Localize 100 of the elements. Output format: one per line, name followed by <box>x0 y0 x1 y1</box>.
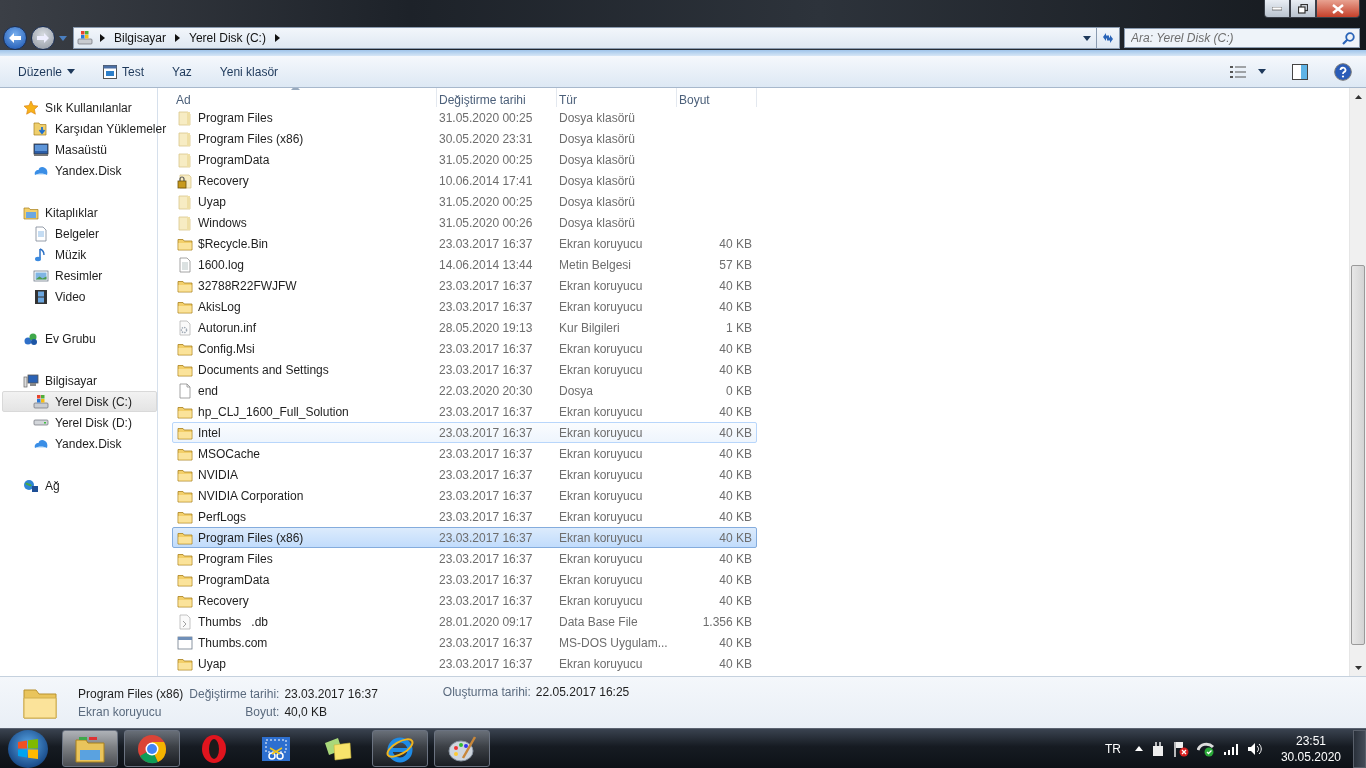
date-cell-text: 23.03.2017 16:37 <box>438 488 534 503</box>
sidebar-item[interactable]: Karşıdan Yüklemeler <box>2 118 168 139</box>
sidebar-item[interactable]: Yandex.Disk <box>2 433 157 454</box>
file-name: Program Files (x86) <box>198 530 304 545</box>
sidebar-item[interactable]: Bilgisayar <box>2 370 157 391</box>
file-row[interactable]: hp_CLJ_1600_Full_Solution 23.03.2017 16:37 Ekran koruyucu 40 KB <box>172 401 757 422</box>
date-cell-text: 23.03.2017 16:37 <box>438 362 534 377</box>
file-row[interactable]: Documents and Settings 23.03.2017 16:37 Ekran koruyucu 40 KB <box>172 359 757 380</box>
folder-icon <box>177 151 193 168</box>
column-header[interactable]: Değiştirme tarihi <box>437 88 557 107</box>
file-row[interactable]: ProgramData 31.05.2020 00:25 Dosya klasörü <box>172 149 757 170</box>
file-row[interactable]: 32788R22FWJFW 23.03.2017 16:37 Ekran koruyucu 40 KB <box>172 275 757 296</box>
language-indicator[interactable]: TR <box>1104 741 1121 756</box>
date-cell-text: 28.05.2020 19:13 <box>438 320 534 335</box>
up-arrow-icon[interactable] <box>1354 94 1362 99</box>
size-cell-text: 40 KB <box>718 362 753 377</box>
minimize-button[interactable] <box>1264 0 1290 18</box>
close-button[interactable] <box>1316 0 1360 18</box>
file-name: 32788R22FWJFW <box>198 278 297 293</box>
column-header[interactable]: Boyut <box>677 88 757 107</box>
sidebar-item[interactable]: Yandex.Disk <box>2 160 157 181</box>
file-row[interactable]: $Recycle.Bin 23.03.2017 16:37 Ekran koruyucu 40 KB <box>172 233 757 254</box>
sidebar-item[interactable]: Yerel Disk (D:) <box>2 412 157 433</box>
toolbar-button[interactable]: Yaz <box>164 59 200 84</box>
power-plug-icon[interactable] <box>1150 740 1165 757</box>
file-row[interactable]: Program Files (x86) 30.05.2020 23:31 Dosya klasörü <box>172 128 757 149</box>
file-row[interactable]: end 22.03.2020 20:30 Dosya 0 KB <box>172 380 757 401</box>
sidebar-item[interactable]: Masaüstü <box>2 139 157 160</box>
chevron-icon[interactable] <box>100 34 105 42</box>
file-row[interactable]: Uyap 23.03.2017 16:37 Ekran koruyucu 40 KB <box>172 653 757 674</box>
caret-icon[interactable] <box>1134 746 1143 751</box>
file-row[interactable]: NVIDIA Corporation 23.03.2017 16:37 Ekran koruyucu 40 KB <box>172 485 757 506</box>
file-row[interactable]: Thumbs.com 23.03.2017 16:37 MS-DOS Uygulam... 40 KB <box>172 632 757 653</box>
start-button[interactable] <box>8 729 48 768</box>
sidebar-item[interactable]: Belgeler <box>2 223 157 244</box>
search-icon[interactable] <box>1342 32 1355 45</box>
file-row[interactable]: AkisLog 23.03.2017 16:37 Ekran koruyucu 40 KB <box>172 296 757 317</box>
refresh-button[interactable] <box>1096 27 1120 49</box>
taskbar-button[interactable] <box>372 730 428 767</box>
sidebar-item[interactable]: Ev Grubu <box>2 328 157 349</box>
taskbar-button[interactable] <box>434 730 490 767</box>
file-row[interactable]: Recovery 10.06.2014 17:41 Dosya klasörü <box>172 170 757 191</box>
file-row[interactable]: Recovery 23.03.2017 16:37 Ekran koruyucu 40 KB <box>172 590 757 611</box>
file-row[interactable]: ProgramData 23.03.2017 16:37 Ekran koruyucu 40 KB <box>172 569 757 590</box>
sidebar-item[interactable]: Ağ <box>2 475 157 496</box>
file-row[interactable]: Windows 31.05.2020 00:26 Dosya klasörü <box>172 212 757 233</box>
sync-icon[interactable] <box>1196 740 1215 757</box>
breadcrumb[interactable]: Bilgisayar <box>112 31 169 45</box>
desktop-icon <box>33 141 49 158</box>
folder-icon <box>177 130 193 147</box>
column-header[interactable]: Tür <box>557 88 677 107</box>
search-field[interactable]: Ara: Yerel Disk (C:) <box>1124 28 1360 48</box>
toolbar-button[interactable]: Test <box>95 59 153 84</box>
sidebar-item[interactable]: Sık Kullanılanlar <box>2 97 157 118</box>
type-cell-text: Dosya klasörü <box>558 131 637 146</box>
restore-button[interactable] <box>1290 0 1316 18</box>
restore-icon <box>1298 3 1308 14</box>
size-cell-text: 40 KB <box>718 236 753 251</box>
left-arrow-icon <box>8 32 22 44</box>
sidebar-item[interactable]: Müzik <box>2 244 157 265</box>
sidebar-item[interactable]: Yerel Disk (C:) <box>2 391 157 412</box>
file-row[interactable]: Program Files 31.05.2020 00:25 Dosya klasörü <box>172 107 757 128</box>
taskbar-button[interactable] <box>124 730 180 767</box>
size-cell-text: 40 KB <box>718 467 753 482</box>
file-row[interactable]: Thumbs .db 28.01.2020 09:17 Data Base File 1.356 KB <box>172 611 757 632</box>
scrollbar[interactable] <box>1349 88 1366 676</box>
date-cell-text: 23.03.2017 16:37 <box>438 509 534 524</box>
signal-icon[interactable] <box>1222 741 1239 756</box>
file-row[interactable]: PerfLogs 23.03.2017 16:37 Ekran koruyucu 40 KB <box>172 506 757 527</box>
file-row[interactable]: Uyap 31.05.2020 00:25 Dosya klasörü <box>172 191 757 212</box>
date-cell-text: 23.03.2017 16:37 <box>438 425 534 440</box>
field-label: Boyut: <box>244 704 280 719</box>
file-name: Uyap <box>198 194 226 209</box>
sidebar-item[interactable]: Resimler <box>2 265 157 286</box>
file-row[interactable]: Intel 23.03.2017 16:37 Ekran koruyucu 40 KB <box>172 422 757 443</box>
chevron-icon[interactable] <box>175 34 181 42</box>
forward-button[interactable] <box>31 26 55 50</box>
library-icon <box>23 204 39 221</box>
file-row[interactable]: Config.Msi 23.03.2017 16:37 Ekran koruyucu 40 KB <box>172 338 757 359</box>
sidebar-item[interactable]: Kitaplıklar <box>2 202 157 223</box>
file-row[interactable]: Autorun.inf 28.05.2020 19:13 Kur Bilgileri 1 KB <box>172 317 757 338</box>
breadcrumb[interactable]: Yerel Disk (C:) <box>187 31 268 45</box>
file-row[interactable]: Program Files (x86) 23.03.2017 16:37 Ekran koruyucu 40 KB <box>172 527 757 548</box>
chevron-icon[interactable] <box>274 34 280 42</box>
clock[interactable]: 23:51 30.05.2020 <box>1280 732 1341 765</box>
toolbar-button[interactable]: Düzenle <box>10 59 84 84</box>
back-button[interactable] <box>3 26 27 50</box>
speaker-icon[interactable] <box>1246 741 1263 756</box>
file-row[interactable]: 1600.log 14.06.2014 13:44 Metin Belgesi 57 KB <box>172 254 757 275</box>
size-cell-text: 40 KB <box>718 530 753 545</box>
address-bar[interactable]: Bilgisayar Yerel Disk (C:) <box>73 27 1097 49</box>
file-row[interactable]: MSOCache 23.03.2017 16:37 Ekran koruyucu 40 KB <box>172 443 757 464</box>
flag-icon[interactable] <box>1172 740 1189 757</box>
file-row[interactable]: Program Files 23.03.2017 16:37 Ekran koruyucu 40 KB <box>172 548 757 569</box>
date-cell-text: 31.05.2020 00:25 <box>438 110 534 125</box>
type-cell-text: Ekran koruyucu <box>558 656 644 671</box>
file-row[interactable]: NVIDIA 23.03.2017 16:37 Ekran koruyucu 40 KB <box>172 464 757 485</box>
toolbar-button[interactable]: Yeni klasör <box>211 59 287 84</box>
down-arrow-icon[interactable] <box>1354 665 1362 670</box>
sidebar-item[interactable]: Video <box>2 286 157 307</box>
